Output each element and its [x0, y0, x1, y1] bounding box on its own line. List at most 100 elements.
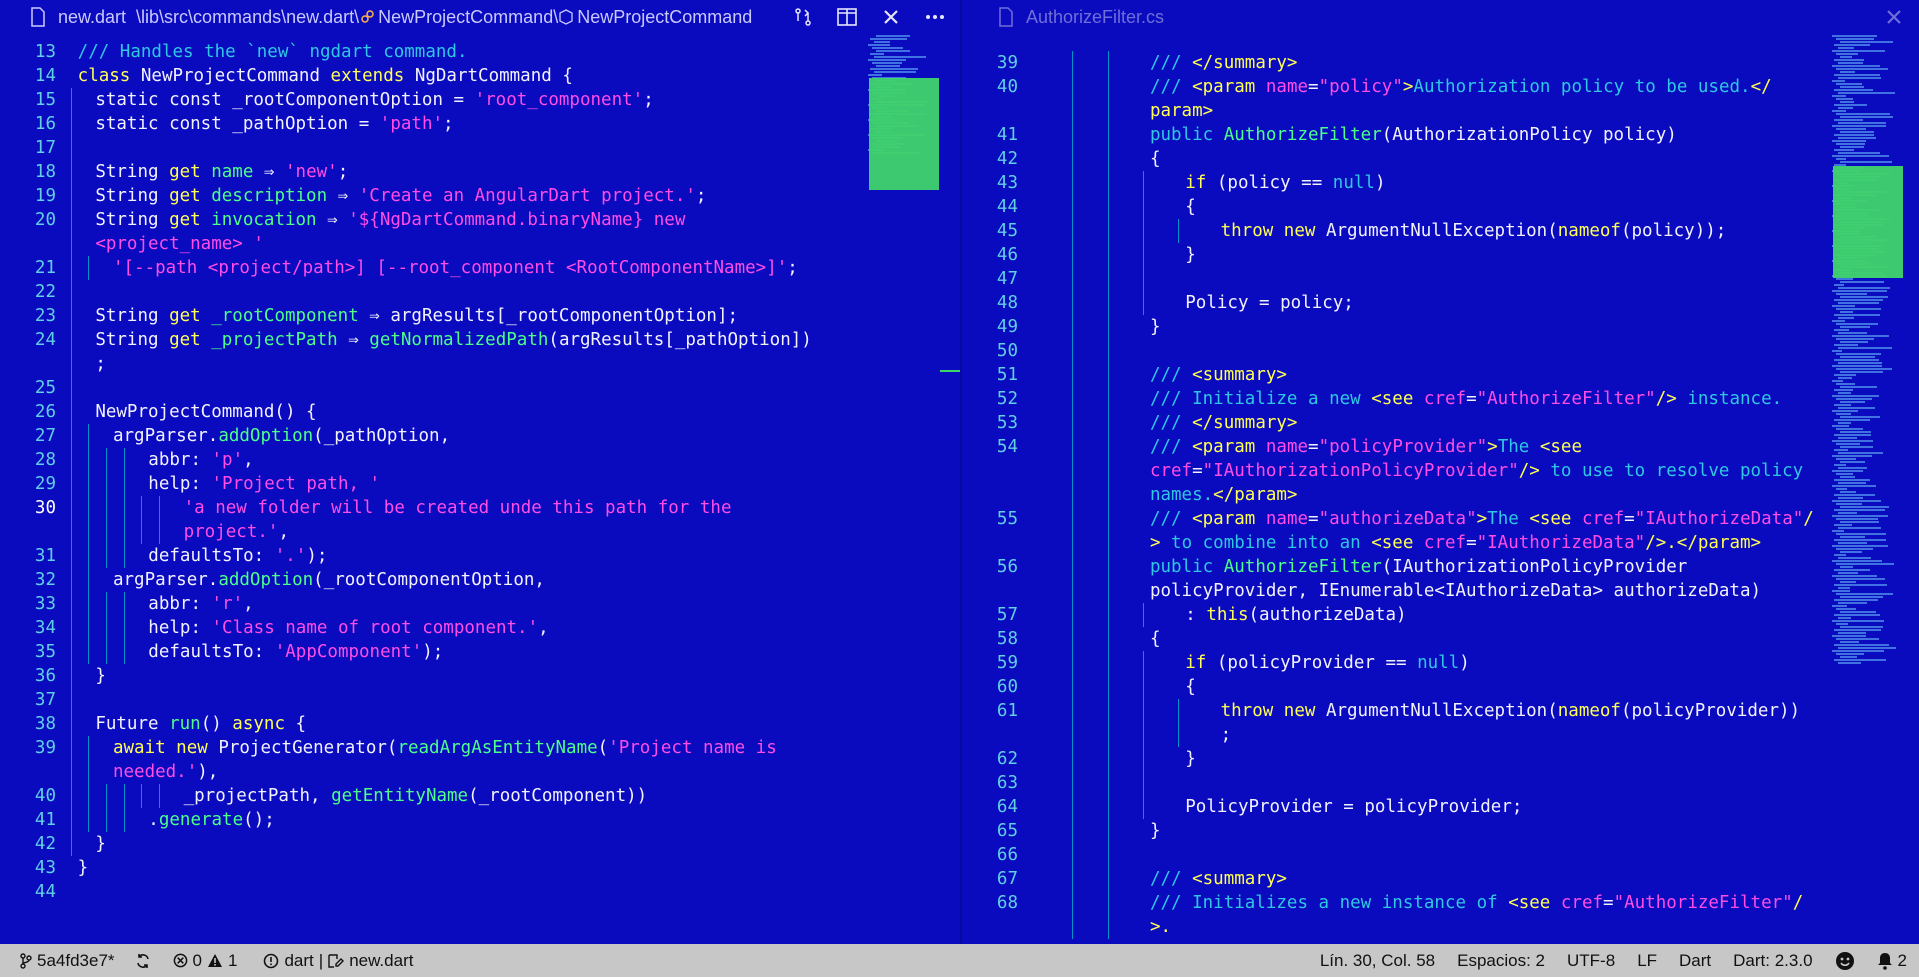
- branch-status[interactable]: 5a4fd3e7*: [20, 951, 115, 971]
- code-line[interactable]: 13 /// Handles the `new` ngdart command.: [0, 40, 960, 64]
- line-number[interactable]: 41: [962, 123, 1018, 147]
- language-server-status[interactable]: dart | new.dart: [263, 951, 413, 971]
- line-number[interactable]: 42: [962, 147, 1018, 171]
- code-line[interactable]: 27 argParser.addOption(_pathOption,: [0, 424, 960, 448]
- code-line[interactable]: 39 await new ProjectGenerator(readArgAsEn…: [0, 736, 960, 760]
- line-number[interactable]: 24: [0, 328, 56, 352]
- code-line[interactable]: needed.'),: [0, 760, 960, 784]
- code-line[interactable]: param>: [962, 99, 1919, 123]
- split-editor-icon[interactable]: [836, 6, 858, 28]
- line-number[interactable]: 20: [0, 208, 56, 232]
- close-icon[interactable]: [880, 6, 902, 28]
- line-number[interactable]: 45: [962, 219, 1018, 243]
- code-line[interactable]: 57: this(authorizeData): [962, 603, 1919, 627]
- code-line[interactable]: 46}: [962, 243, 1919, 267]
- code-line[interactable]: 15 static const _rootComponentOption = 'r…: [0, 88, 960, 112]
- line-number[interactable]: 34: [0, 616, 56, 640]
- code-line[interactable]: 59 if (policyProvider == null): [962, 651, 1919, 675]
- code-line[interactable]: 22: [0, 280, 960, 304]
- line-number[interactable]: 15: [0, 88, 56, 112]
- code-line[interactable]: <project_name> ': [0, 232, 960, 256]
- code-line[interactable]: 33 abbr: 'r',: [0, 592, 960, 616]
- left-code-editor[interactable]: 13/// Handles the `new` ngdart command. 1…: [0, 40, 960, 944]
- code-line[interactable]: 50: [962, 339, 1919, 363]
- line-number[interactable]: 16: [0, 112, 56, 136]
- line-number[interactable]: 17: [0, 136, 56, 160]
- code-line[interactable]: 52 /// Initialize a new <see cref="Author…: [962, 387, 1919, 411]
- code-line[interactable]: 63: [962, 771, 1919, 795]
- more-actions-icon[interactable]: [924, 6, 946, 28]
- line-number[interactable]: 30: [0, 496, 56, 520]
- line-number[interactable]: 31: [0, 544, 56, 568]
- language-mode[interactable]: Dart: [1679, 951, 1711, 971]
- code-line[interactable]: 23 String get _rootComponent ⇒ argResults…: [0, 304, 960, 328]
- breadcrumb-file[interactable]: new.dart: [58, 7, 126, 28]
- line-number[interactable]: 55: [962, 507, 1018, 531]
- code-line[interactable]: 34 help: 'Class name of root component.',: [0, 616, 960, 640]
- code-line[interactable]: 26 NewProjectCommand() {: [0, 400, 960, 424]
- notifications-button[interactable]: 2: [1877, 951, 1907, 971]
- right-minimap[interactable]: [1832, 34, 1903, 665]
- line-number[interactable]: 61: [962, 699, 1018, 723]
- code-line[interactable]: 54 /// <param name="policyProvider">The <…: [962, 435, 1919, 459]
- code-line[interactable]: 21 '[--path <project/path>] [--root_compo…: [0, 256, 960, 280]
- line-number[interactable]: 67: [962, 867, 1018, 891]
- code-line[interactable]: 53 /// </summary>: [962, 411, 1919, 435]
- line-number[interactable]: 25: [0, 376, 56, 400]
- code-line[interactable]: 43 if (policy == null): [962, 171, 1919, 195]
- code-line[interactable]: 44 {: [962, 195, 1919, 219]
- code-line[interactable]: 60 {: [962, 675, 1919, 699]
- code-line[interactable]: policyProvider, IEnumerable<IAuthorizeDa…: [962, 579, 1919, 603]
- encoding[interactable]: UTF-8: [1567, 951, 1615, 971]
- code-line[interactable]: 42}: [0, 832, 960, 856]
- line-number[interactable]: 26: [0, 400, 56, 424]
- line-number[interactable]: 65: [962, 819, 1018, 843]
- code-line[interactable]: 66: [962, 843, 1919, 867]
- line-number[interactable]: 59: [962, 651, 1018, 675]
- code-line[interactable]: 67 /// <summary>: [962, 867, 1919, 891]
- breadcrumb[interactable]: new.dart \lib\src\commands\new.dart\ New…: [58, 7, 752, 28]
- cursor-position[interactable]: Lín. 30, Col. 58: [1320, 951, 1435, 971]
- line-number[interactable]: 44: [0, 880, 56, 904]
- sdk-version[interactable]: Dart: 2.3.0: [1733, 951, 1812, 971]
- code-line[interactable]: ;: [0, 352, 960, 376]
- right-code-editor[interactable]: 39/// </summary> 40/// <param name="polic…: [962, 51, 1919, 944]
- line-ending[interactable]: LF: [1637, 951, 1657, 971]
- code-line[interactable]: 29 help: 'Project path, ': [0, 472, 960, 496]
- code-line[interactable]: 32 argParser.addOption(_rootComponentOpti…: [0, 568, 960, 592]
- line-number[interactable]: 48: [962, 291, 1018, 315]
- breadcrumb-constructor[interactable]: NewProjectCommand: [577, 7, 752, 28]
- code-line[interactable]: 41 .generate();: [0, 808, 960, 832]
- code-line[interactable]: 31 defaultsTo: '.');: [0, 544, 960, 568]
- line-number[interactable]: 68: [962, 891, 1018, 915]
- code-line[interactable]: 62}: [962, 747, 1919, 771]
- code-line[interactable]: ;: [962, 723, 1919, 747]
- line-number[interactable]: 49: [962, 315, 1018, 339]
- code-line[interactable]: 45 throw new ArgumentNullException(nameof…: [962, 219, 1919, 243]
- sync-button[interactable]: [135, 953, 151, 969]
- code-line[interactable]: 28 abbr: 'p',: [0, 448, 960, 472]
- breadcrumb-class[interactable]: NewProjectCommand\: [378, 7, 558, 28]
- line-number[interactable]: 64: [962, 795, 1018, 819]
- code-line[interactable]: 24 String get _projectPath ⇒ getNormalize…: [0, 328, 960, 352]
- code-line[interactable]: 39 /// </summary>: [962, 51, 1919, 75]
- code-line[interactable]: 42 {: [962, 147, 1919, 171]
- compare-changes-icon[interactable]: [792, 6, 814, 28]
- code-line[interactable]: 56 public AuthorizeFilter(IAuthorizationP…: [962, 555, 1919, 579]
- line-number[interactable]: 40: [962, 75, 1018, 99]
- code-line[interactable]: 64 PolicyProvider = policyProvider;: [962, 795, 1919, 819]
- line-number[interactable]: 38: [0, 712, 56, 736]
- line-number[interactable]: 28: [0, 448, 56, 472]
- code-line[interactable]: names.</param>: [962, 483, 1919, 507]
- line-number[interactable]: 35: [0, 640, 56, 664]
- line-number[interactable]: 46: [962, 243, 1018, 267]
- code-line[interactable]: 19 String get description ⇒ 'Create an An…: [0, 184, 960, 208]
- code-line[interactable]: 51 /// <summary>: [962, 363, 1919, 387]
- line-number[interactable]: 41: [0, 808, 56, 832]
- minimap-slider[interactable]: [1833, 166, 1903, 278]
- line-number[interactable]: 66: [962, 843, 1018, 867]
- code-line[interactable]: 55/// <param name="authorizeData">The <s…: [962, 507, 1919, 531]
- code-line[interactable]: cref="IAuthorizationPolicyProvider"/> to…: [962, 459, 1919, 483]
- line-number[interactable]: 14: [0, 64, 56, 88]
- code-line[interactable]: > to combine into an <see cref="IAuthori…: [962, 531, 1919, 555]
